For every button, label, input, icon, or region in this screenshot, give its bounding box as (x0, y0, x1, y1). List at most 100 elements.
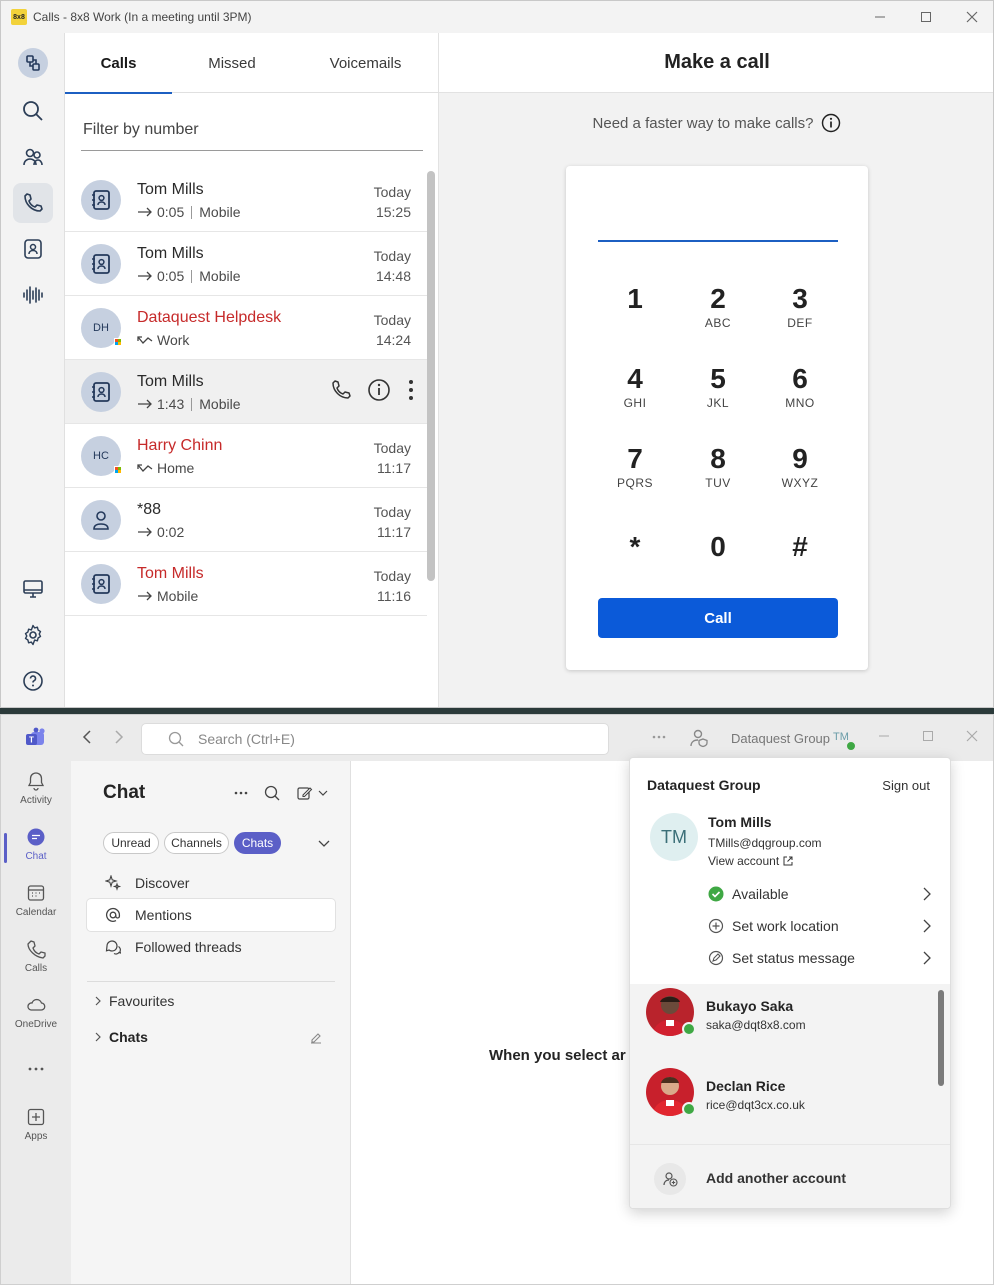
rail-calls-button[interactable] (13, 183, 53, 223)
8x8-window: 8x8 Calls - 8x8 Work (In a meeting until… (0, 0, 994, 708)
key-9[interactable]: 9 WXYZ (760, 442, 840, 502)
rail-search-button[interactable] (13, 91, 53, 131)
call-row[interactable]: Tom Mills 1:43 Mobile (65, 360, 427, 424)
call-row[interactable]: Tom Mills 0:05 Mobile Today 15:25 (65, 168, 427, 232)
rail-help-button[interactable] (13, 661, 53, 701)
more-options-button[interactable] (405, 378, 417, 402)
key-4[interactable]: 4 GHI (595, 362, 675, 422)
filter-unread[interactable]: Unread (103, 832, 159, 854)
contact-avatar (81, 372, 121, 412)
chat-icon (27, 828, 45, 846)
make-call-title: Make a call (439, 33, 993, 93)
chevron-down-icon (318, 840, 330, 847)
phone-icon (24, 193, 43, 212)
section-favourites[interactable]: Favourites (93, 993, 174, 1009)
rail-voice-button[interactable] (13, 275, 53, 315)
nav-rail (1, 33, 65, 707)
tab-missed[interactable]: Missed (172, 33, 292, 93)
close-button[interactable] (949, 1, 993, 33)
rail-chat[interactable]: Chat (1, 827, 71, 879)
rail-activity[interactable]: Activity (1, 771, 71, 823)
rail-contacts-button[interactable] (13, 137, 53, 177)
new-chat-button[interactable] (297, 785, 333, 801)
chat-more-button[interactable] (233, 785, 249, 801)
close-button[interactable] (965, 729, 979, 743)
maximize-button[interactable] (921, 729, 935, 743)
section-chats[interactable]: Chats (93, 1029, 148, 1045)
accounts-scrollbar[interactable] (938, 990, 944, 1086)
call-info-button[interactable] (367, 378, 391, 402)
rail-onedrive[interactable]: OneDrive (1, 995, 71, 1047)
faster-calls-info-button[interactable] (821, 113, 841, 133)
rail-calendar[interactable]: Calendar (1, 883, 71, 935)
view-account-link[interactable]: View account (708, 854, 793, 868)
key-hash[interactable]: # (760, 530, 840, 590)
call-date: Today (373, 184, 411, 200)
nav-mentions[interactable]: Mentions (87, 899, 335, 931)
other-account-item[interactable]: Bukayo Saka saka@dqt8x8.com (646, 988, 936, 1052)
minimize-button[interactable] (877, 729, 891, 743)
people-button[interactable] (689, 728, 709, 748)
other-accounts-list: Bukayo Saka saka@dqt8x8.com Declan Rice … (630, 984, 950, 1144)
search-input[interactable]: Search (Ctrl+E) (141, 723, 609, 755)
rail-settings-button[interactable] (13, 615, 53, 655)
maximize-button[interactable] (903, 1, 949, 33)
key-6[interactable]: 6 MNO (760, 362, 840, 422)
call-button[interactable]: Call (598, 598, 838, 638)
key-7[interactable]: 7 PQRS (595, 442, 675, 502)
forward-button[interactable] (111, 729, 127, 745)
filter-chats[interactable]: Chats (234, 832, 281, 854)
close-icon (966, 11, 978, 23)
profile-avatar-button[interactable]: TM (833, 731, 849, 743)
calls-scrollbar[interactable] (427, 171, 435, 581)
filter-input[interactable]: Filter by number (81, 109, 423, 151)
filters-expand-button[interactable] (317, 837, 331, 851)
call-back-button[interactable] (329, 378, 353, 402)
bell-icon (27, 772, 45, 791)
people-icon (23, 148, 43, 166)
contact-avatar: DH (81, 308, 122, 348)
minimize-button[interactable] (857, 1, 903, 33)
rail-more-apps[interactable] (1, 1059, 71, 1111)
call-row[interactable]: HC Harry Chinn Home Today 11:17 (65, 424, 427, 488)
key-star[interactable]: * (595, 530, 675, 590)
tab-calls[interactable]: Calls (65, 33, 172, 94)
call-row[interactable]: DH Dataquest Helpdesk Work Today 14:24 (65, 296, 427, 360)
audio-wave-icon (23, 286, 43, 304)
more-button[interactable] (651, 729, 667, 745)
status-message-icon (708, 950, 724, 966)
person-add-icon (663, 1172, 678, 1187)
set-work-location-row[interactable]: Set work location (708, 912, 938, 940)
rail-home-button[interactable] (13, 43, 53, 83)
key-3[interactable]: 3 DEF (760, 282, 840, 342)
presence-available-icon (682, 1022, 696, 1036)
person-icon (93, 511, 109, 530)
rail-directory-button[interactable] (13, 229, 53, 269)
rail-calls[interactable]: Calls (1, 939, 71, 991)
call-row[interactable]: *88 0:02 Today 11:17 (65, 488, 427, 552)
add-account-row[interactable]: Add another account (630, 1144, 950, 1208)
nav-discover[interactable]: Discover (87, 867, 335, 899)
key-1[interactable]: 1 (595, 282, 675, 342)
rail-desktop-button[interactable] (13, 569, 53, 609)
status-available-row[interactable]: Available (708, 880, 938, 908)
key-0[interactable]: 0 (678, 530, 758, 590)
dial-number-input[interactable] (598, 206, 838, 242)
nav-followed-threads[interactable]: Followed threads (87, 931, 335, 963)
section-chats-compose-button[interactable] (309, 1031, 323, 1045)
call-row[interactable]: Tom Mills 0:05 Mobile Today 14:48 (65, 232, 427, 296)
caller-name: Tom Mills (137, 373, 204, 390)
key-2[interactable]: 2 ABC (678, 282, 758, 342)
sign-out-link[interactable]: Sign out (882, 778, 930, 793)
tab-voicemails[interactable]: Voicemails (292, 33, 439, 93)
key-8[interactable]: 8 TUV (678, 442, 758, 502)
org-name[interactable]: Dataquest Group (731, 731, 830, 746)
other-account-item[interactable]: Declan Rice rice@dqt3cx.co.uk (646, 1068, 936, 1132)
call-row[interactable]: Tom Mills Mobile Today 11:16 (65, 552, 427, 616)
key-5[interactable]: 5 JKL (678, 362, 758, 422)
rail-apps[interactable]: Apps (1, 1107, 71, 1159)
set-status-message-row[interactable]: Set status message (708, 944, 938, 972)
filter-channels[interactable]: Channels (164, 832, 229, 854)
chat-search-button[interactable] (264, 785, 280, 801)
back-button[interactable] (79, 729, 95, 745)
